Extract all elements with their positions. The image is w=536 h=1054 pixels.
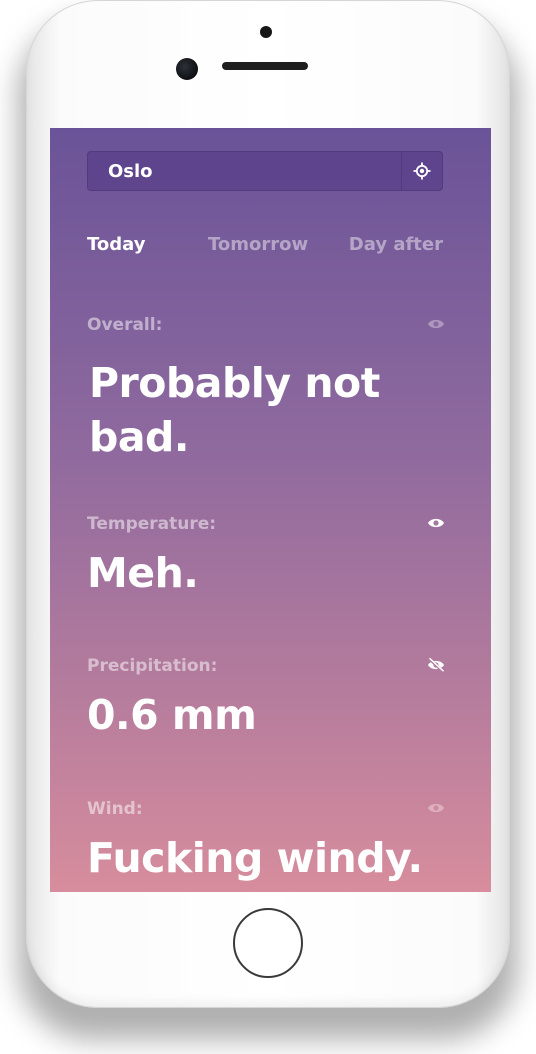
eye-icon[interactable] <box>427 317 445 331</box>
tab-today[interactable]: Today <box>87 234 145 255</box>
precipitation-value: 0.6 mm <box>87 691 257 739</box>
eye-icon[interactable] <box>427 801 445 815</box>
wind-label: Wind: <box>87 799 143 819</box>
day-tabs: Today Tomorrow Day after <box>87 234 443 260</box>
wind-section: Wind: Fucking windy. <box>87 798 447 884</box>
temperature-value: Meh. <box>87 549 199 597</box>
app-screen: Today Tomorrow Day after Overall: Probab… <box>50 128 491 892</box>
temperature-section: Temperature: Meh. <box>87 513 447 599</box>
tab-tomorrow[interactable]: Tomorrow <box>208 234 308 255</box>
eye-icon[interactable] <box>427 516 445 530</box>
overall-value: Probably not bad. <box>89 359 380 461</box>
front-camera <box>176 58 198 80</box>
eye-off-icon[interactable] <box>427 658 445 672</box>
home-button[interactable] <box>233 908 303 978</box>
precipitation-section: Precipitation: 0.6 mm <box>87 655 447 741</box>
proximity-sensor <box>260 26 272 38</box>
temperature-label: Temperature: <box>87 514 217 534</box>
overall-section: Overall: Probably not bad. <box>87 314 447 464</box>
crosshair-icon <box>413 162 431 180</box>
locate-button[interactable] <box>401 152 442 190</box>
overall-label: Overall: <box>87 315 163 335</box>
location-input[interactable] <box>88 152 402 190</box>
location-search <box>87 151 443 191</box>
earpiece-speaker <box>222 62 308 70</box>
precipitation-label: Precipitation: <box>87 656 218 676</box>
tab-day-after[interactable]: Day after <box>349 234 443 255</box>
wind-value: Fucking windy. <box>87 834 423 882</box>
